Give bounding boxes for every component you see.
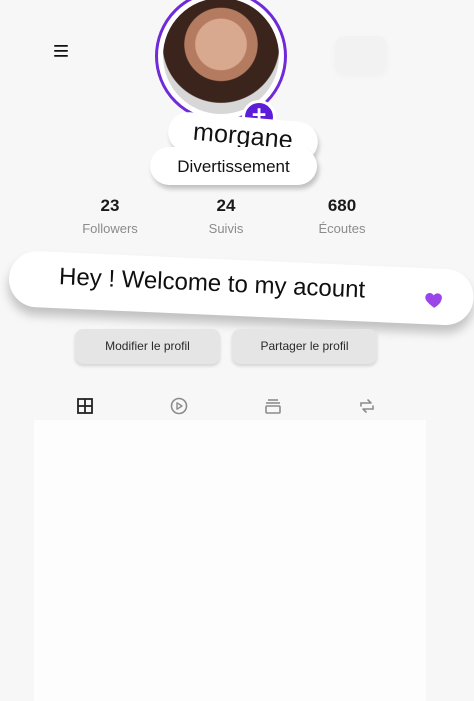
stack-icon xyxy=(265,399,281,414)
stat-value: 680 xyxy=(327,196,357,215)
share-profile-button[interactable]: Partager le profil xyxy=(232,329,377,364)
ghost-chip xyxy=(335,36,387,74)
menu-icon xyxy=(54,45,68,57)
repost-icon xyxy=(360,399,374,413)
stat-value: 24 xyxy=(216,196,236,215)
tab-grid[interactable] xyxy=(74,395,96,417)
grid-icon xyxy=(77,398,93,414)
avatar xyxy=(163,0,279,114)
stat-followers[interactable]: 23 Followers xyxy=(65,196,155,237)
stat-label: Écoutes xyxy=(318,221,366,236)
stat-ecoutes[interactable]: 680 Écoutes xyxy=(297,196,387,237)
play-circle-icon xyxy=(170,397,188,415)
category-pill: Divertissement xyxy=(150,147,317,185)
content-area xyxy=(34,420,426,701)
stat-label: Suivis xyxy=(208,221,244,236)
stat-suivis[interactable]: 24 Suivis xyxy=(181,196,271,237)
purple-heart-icon xyxy=(425,293,442,308)
avatar-container: + xyxy=(155,0,293,134)
tab-repost[interactable] xyxy=(356,395,378,417)
edit-profile-button[interactable]: Modifier le profil xyxy=(75,329,220,364)
tab-stack[interactable] xyxy=(262,395,284,417)
menu-button[interactable] xyxy=(52,42,72,60)
stat-value: 23 xyxy=(100,196,120,215)
stat-label: Followers xyxy=(82,221,138,236)
tab-play[interactable] xyxy=(168,395,190,417)
bio-pill: Hey ! Welcome to my acount xyxy=(7,250,474,327)
category: Divertissement xyxy=(177,157,290,176)
bio-text: Hey ! Welcome to my acount xyxy=(58,263,366,304)
